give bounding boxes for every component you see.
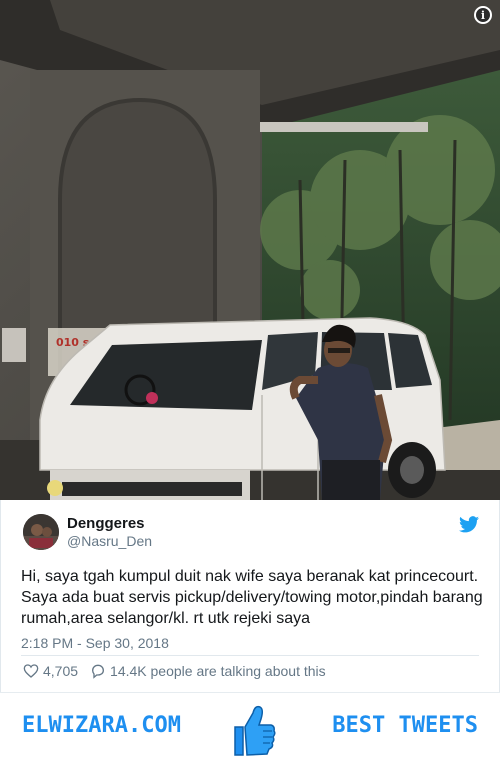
tweet-photo[interactable]: 010 s i — [0, 0, 500, 500]
user-handle[interactable]: @Nasru_Den — [67, 533, 152, 549]
display-name[interactable]: Denggeres — [67, 515, 145, 532]
info-icon-glyph: i — [480, 8, 486, 22]
tweet-timestamp[interactable]: 2:18 PM - Sep 30, 2018 — [21, 635, 169, 651]
talking-count: 14.4K people are talking about this — [110, 663, 326, 679]
avatar-image — [23, 514, 59, 550]
best-tweets-label: BEST TWEETS — [332, 713, 478, 738]
footer-banner: ELWIZARA.COM BEST TWEETS — [0, 692, 500, 767]
thumbs-up-icon — [234, 705, 276, 756]
tweet-actions: 4,705 14.4K people are talking about thi… — [23, 662, 326, 680]
avatar[interactable] — [23, 514, 59, 550]
like-button[interactable]: 4,705 — [23, 663, 78, 679]
info-icon[interactable]: i — [474, 6, 492, 24]
tweet-card: Denggeres @Nasru_Den Hi, saya tgah kumpu… — [0, 500, 500, 696]
brand-site-name[interactable]: ELWIZARA.COM — [22, 713, 181, 738]
van-photo-illustration: 010 s — [0, 0, 500, 500]
talking-link[interactable]: 14.4K people are talking about this — [90, 663, 326, 679]
like-count: 4,705 — [43, 663, 79, 679]
heart-icon — [23, 664, 39, 678]
twitter-bird-icon[interactable] — [459, 516, 479, 533]
divider — [21, 655, 479, 656]
comment-bubble-icon — [92, 664, 105, 679]
tweet-text: Hi, saya tgah kumpul duit nak wife saya … — [21, 568, 483, 627]
